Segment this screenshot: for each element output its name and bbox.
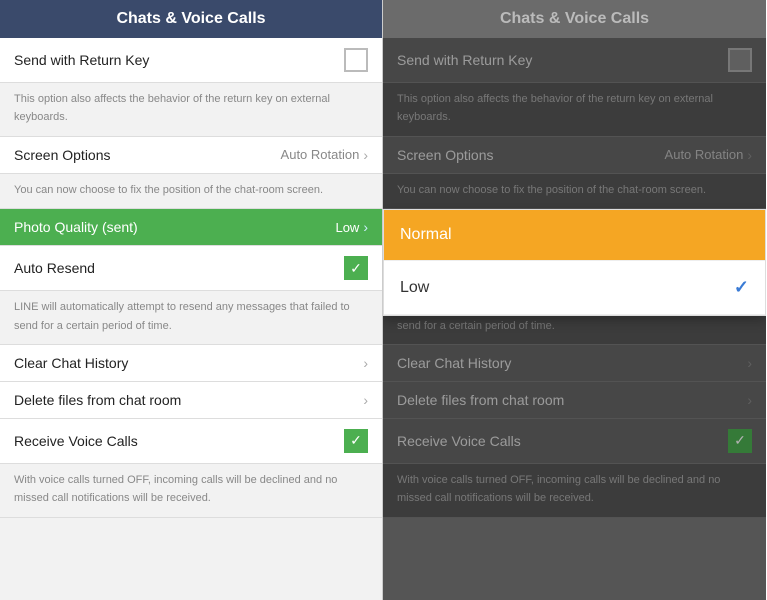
left-clear-chat-history-chevron: › [363, 355, 368, 371]
right-screen-options-value: Auto Rotation › [665, 147, 752, 163]
left-screen-options-chevron: › [363, 147, 368, 163]
left-clear-chat-history-label: Clear Chat History [14, 355, 128, 371]
right-clear-chat-history-label: Clear Chat History [397, 355, 511, 371]
right-clear-chat-history-chevron: › [747, 355, 752, 371]
left-photo-quality-item[interactable]: Photo Quality (sent) Low › [0, 209, 382, 246]
left-delete-files-label: Delete files from chat room [14, 392, 181, 408]
left-delete-files-chevron: › [363, 392, 368, 408]
right-clear-chat-history-item[interactable]: Clear Chat History › [383, 345, 766, 382]
left-send-return-key-checkbox[interactable] [344, 48, 368, 72]
left-screen-options-label: Screen Options [14, 147, 111, 163]
right-send-return-key-item[interactable]: Send with Return Key [383, 38, 766, 83]
left-send-return-key-desc: This option also affects the behavior of… [0, 83, 382, 137]
dropdown-low-label: Low [400, 279, 429, 297]
right-receive-voice-calls-label: Receive Voice Calls [397, 433, 521, 449]
right-panel-header: Chats & Voice Calls [383, 0, 766, 38]
right-delete-files-item[interactable]: Delete files from chat room › [383, 382, 766, 419]
dropdown-option-normal[interactable]: Normal [384, 210, 765, 261]
right-screen-options-label: Screen Options [397, 147, 494, 163]
right-send-return-key-desc: This option also affects the behavior of… [383, 83, 766, 137]
left-auto-resend-label: Auto Resend [14, 260, 95, 276]
right-screen-options-desc: You can now choose to fix the position o… [383, 174, 766, 209]
left-panel-header: Chats & Voice Calls [0, 0, 382, 38]
right-panel-title: Chats & Voice Calls [500, 10, 649, 27]
left-screen-options-desc: You can now choose to fix the position o… [0, 174, 382, 209]
left-screen-options-value: Auto Rotation › [281, 147, 368, 163]
left-photo-quality-label: Photo Quality (sent) [14, 219, 138, 235]
left-delete-files-item[interactable]: Delete files from chat room › [0, 382, 382, 419]
left-photo-quality-value: Low › [335, 219, 368, 235]
left-auto-resend-checkbox[interactable]: ✓ [344, 256, 368, 280]
left-auto-resend-item[interactable]: Auto Resend ✓ [0, 246, 382, 291]
photo-quality-dropdown[interactable]: Normal Low ✓ [383, 209, 766, 316]
right-panel: Chats & Voice Calls Send with Return Key… [383, 0, 766, 600]
left-photo-quality-chevron: › [363, 219, 368, 235]
left-receive-voice-calls-item[interactable]: Receive Voice Calls ✓ [0, 419, 382, 464]
left-panel-title: Chats & Voice Calls [116, 10, 265, 27]
dropdown-low-check: ✓ [734, 277, 749, 298]
right-receive-voice-calls-item[interactable]: Receive Voice Calls ✓ [383, 419, 766, 464]
right-photo-quality-item[interactable]: Ph... › Normal Low ✓ [383, 209, 766, 246]
left-settings-list: Send with Return Key This option also af… [0, 38, 382, 600]
right-screen-options-chevron: › [747, 147, 752, 163]
right-receive-voice-calls-checkbox[interactable]: ✓ [728, 429, 752, 453]
left-receive-voice-calls-checkbox[interactable]: ✓ [344, 429, 368, 453]
right-send-return-key-checkbox[interactable] [728, 48, 752, 72]
dropdown-normal-label: Normal [400, 226, 452, 244]
right-receive-voice-calls-desc: With voice calls turned OFF, incoming ca… [383, 464, 766, 518]
left-panel: Chats & Voice Calls Send with Return Key… [0, 0, 383, 600]
dropdown-option-low[interactable]: Low ✓ [384, 261, 765, 315]
right-settings-list: Send with Return Key This option also af… [383, 38, 766, 600]
left-send-return-key-label: Send with Return Key [14, 52, 149, 68]
right-send-return-key-label: Send with Return Key [397, 52, 532, 68]
right-delete-files-label: Delete files from chat room [397, 392, 564, 408]
left-send-return-key-item[interactable]: Send with Return Key [0, 38, 382, 83]
left-receive-voice-calls-desc: With voice calls turned OFF, incoming ca… [0, 464, 382, 518]
right-screen-options-item[interactable]: Screen Options Auto Rotation › [383, 137, 766, 174]
left-auto-resend-desc: LINE will automatically attempt to resen… [0, 291, 382, 345]
left-receive-voice-calls-label: Receive Voice Calls [14, 433, 138, 449]
left-screen-options-item[interactable]: Screen Options Auto Rotation › [0, 137, 382, 174]
right-delete-files-chevron: › [747, 392, 752, 408]
left-clear-chat-history-item[interactable]: Clear Chat History › [0, 345, 382, 382]
